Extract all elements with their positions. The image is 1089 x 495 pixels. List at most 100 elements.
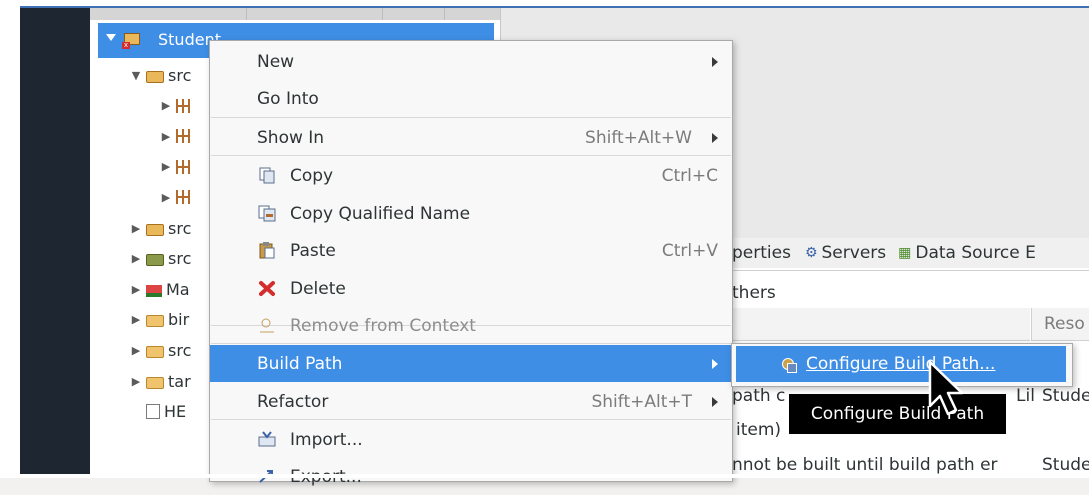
tree-item[interactable]: HE	[130, 397, 186, 427]
folder-icon	[146, 376, 164, 389]
tree-item-label: bir	[168, 310, 190, 330]
tab-separator	[444, 8, 445, 20]
column-header-resource[interactable]: Reso	[1031, 308, 1089, 341]
filter-summary: thers	[732, 283, 776, 303]
project-icon: x	[122, 31, 140, 49]
tab-bar-divider	[720, 270, 1089, 271]
tree-item[interactable]: ▶	[160, 152, 196, 182]
menu-separator	[211, 117, 731, 118]
window-bottom-margin	[0, 474, 1089, 478]
menu-item-shortcut: Shift+Alt+T	[591, 391, 692, 412]
explorer-tab-strip	[90, 8, 500, 20]
tree-item[interactable]: ▶	[160, 182, 196, 212]
configure-build-path-icon	[780, 356, 797, 373]
package-icon	[176, 98, 192, 113]
tree-item-label: Ma	[166, 279, 190, 299]
context-menu: New Go Into Show In Shift+Alt+W Copy Ctrl+C Co…	[209, 40, 733, 487]
menu-item-build-path[interactable]: Build Path	[210, 345, 732, 382]
expand-arrow-icon[interactable]: ▶	[130, 222, 142, 235]
expand-arrow-icon[interactable]: ▶	[160, 99, 172, 112]
tab-properties[interactable]: perties	[732, 243, 791, 263]
column-header-description[interactable]	[720, 308, 1030, 341]
expand-arrow-icon[interactable]: ▶	[130, 344, 142, 357]
views-filter-line: thers	[720, 280, 1089, 308]
tree-item-label: HE	[164, 402, 187, 422]
paste-icon	[258, 242, 276, 259]
source-folder-icon	[146, 70, 164, 83]
tree-item-label: src	[168, 65, 192, 85]
menu-item-label: New	[257, 51, 295, 72]
html-file-icon	[146, 404, 160, 420]
menu-item-shortcut: Shift+Alt+W	[585, 127, 692, 148]
tree-item[interactable]: ▶	[160, 91, 196, 121]
menu-item-label: Remove from Context	[290, 315, 476, 336]
copy-qualified-name-icon	[258, 205, 276, 222]
package-icon	[176, 129, 192, 144]
menu-item-label: Go Into	[257, 88, 319, 109]
expand-arrow-icon[interactable]	[106, 34, 116, 41]
tree-item[interactable]: ▶ src	[130, 244, 192, 274]
package-icon	[176, 190, 192, 205]
folder-icon	[146, 315, 164, 328]
data-source-icon: ▦	[898, 245, 912, 261]
menu-item-new[interactable]: New	[210, 43, 732, 80]
tree-item[interactable]: ▶ src	[130, 335, 192, 365]
menu-item-label: Refactor	[257, 391, 329, 412]
mouse-cursor-icon	[928, 360, 964, 416]
import-icon	[258, 431, 276, 448]
tooltip: Configure Build Path	[789, 394, 1006, 434]
tree-item[interactable]: ▶	[160, 121, 196, 151]
menu-item-refactor[interactable]: Refactor Shift+Alt+T	[210, 383, 732, 420]
folder-icon	[146, 345, 164, 358]
menu-item-copy[interactable]: Copy Ctrl+C	[210, 157, 732, 194]
menu-item-paste[interactable]: Paste Ctrl+V	[210, 232, 732, 269]
submenu-arrow-icon	[712, 56, 718, 67]
tab-separator	[246, 8, 247, 20]
expand-arrow-icon[interactable]: ▶	[130, 313, 142, 326]
collapse-arrow-icon[interactable]: ▼	[130, 69, 142, 82]
menu-item-show-in[interactable]: Show In Shift+Alt+W	[210, 119, 732, 156]
submenu-arrow-icon	[712, 396, 718, 407]
menu-item-label: Show In	[257, 127, 325, 148]
tree-item-label: tar	[168, 371, 191, 391]
menu-item-label: Copy	[290, 165, 334, 186]
menu-item-label: Delete	[290, 278, 346, 299]
tree-item[interactable]: ▶ Ma	[130, 274, 190, 304]
side-trim-bar	[20, 8, 90, 478]
tree-item[interactable]: ▼ src	[130, 60, 192, 90]
tree-item-label: src	[168, 249, 192, 269]
expand-arrow-icon[interactable]: ▶	[160, 130, 172, 143]
menu-item-label: Paste	[290, 240, 336, 261]
menu-item-copy-qualified-name[interactable]: Copy Qualified Name	[210, 195, 732, 232]
tab-servers[interactable]: Servers	[822, 243, 887, 263]
menu-item-delete[interactable]: Delete	[210, 270, 732, 307]
expand-arrow-icon[interactable]: ▶	[160, 160, 172, 173]
tree-item[interactable]: ▶ tar	[130, 366, 191, 396]
menu-item-shortcut: Ctrl+C	[661, 165, 718, 186]
maven-deps-icon	[146, 284, 162, 297]
menu-item-label: Copy Qualified Name	[290, 203, 471, 224]
submenu-arrow-icon	[712, 132, 718, 143]
expand-arrow-icon[interactable]: ▶	[130, 283, 142, 296]
tree-item[interactable]: ▶ src	[130, 213, 192, 243]
expand-arrow-icon[interactable]: ▶	[130, 252, 142, 265]
copy-icon	[258, 167, 276, 184]
window-left-margin	[0, 0, 20, 478]
tab-data-source-explorer[interactable]: Data Source E	[915, 243, 1036, 263]
views-tab-bar: perties ⚙ Servers ▦ Data Source E	[720, 238, 1089, 268]
tree-item-label: src	[168, 340, 192, 360]
tree-item[interactable]: ▶ bir	[130, 305, 189, 335]
menu-item-remove-from-context[interactable]: Remove from Context	[210, 307, 732, 344]
source-folder-icon	[146, 223, 164, 236]
expand-arrow-icon[interactable]: ▶	[160, 191, 172, 204]
tree-item-label: src	[168, 218, 192, 238]
menu-item-label: Build Path	[257, 353, 343, 374]
expand-arrow-icon[interactable]: ▶	[130, 375, 142, 388]
servers-icon: ⚙	[804, 245, 818, 261]
menu-item-go-into[interactable]: Go Into	[210, 80, 732, 117]
package-icon	[176, 159, 192, 174]
source-folder-green-icon	[146, 254, 164, 267]
menu-item-import[interactable]: Import...	[210, 421, 732, 458]
tab-separator	[382, 8, 383, 20]
configure-build-path-menu-item[interactable]: Configure Build Path...	[736, 346, 1066, 382]
